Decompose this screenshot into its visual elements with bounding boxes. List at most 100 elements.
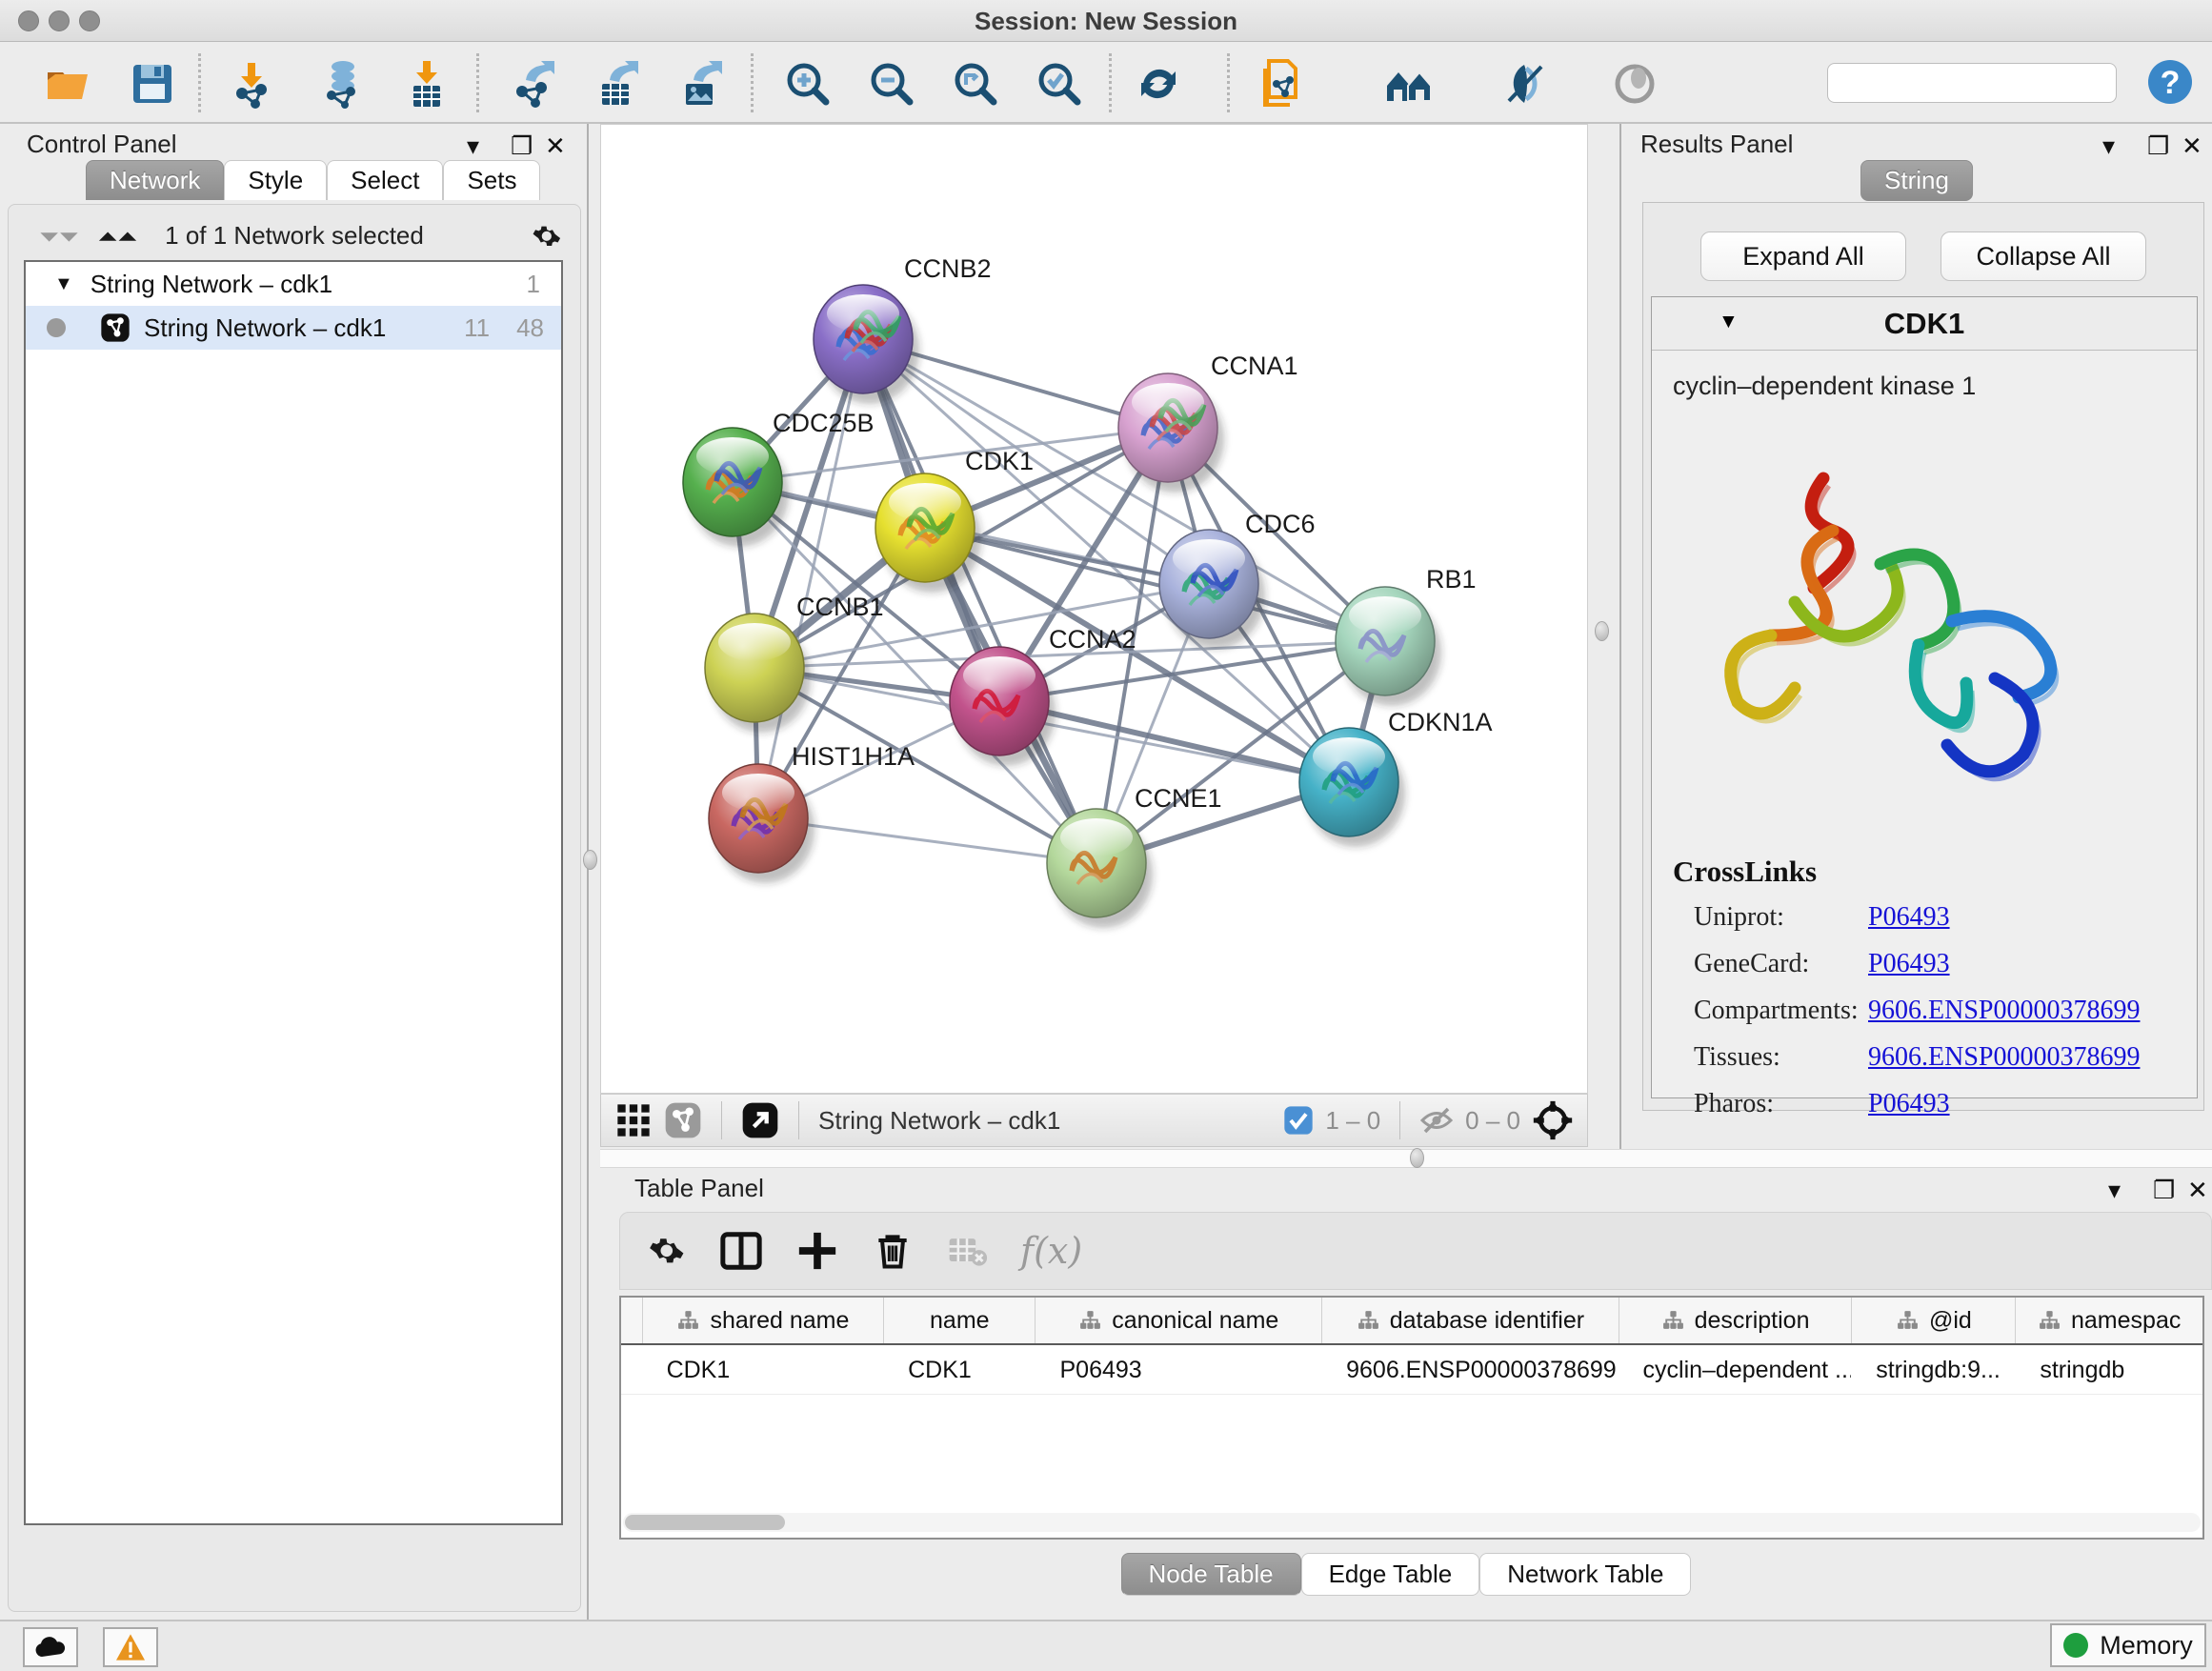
column-header-namespac[interactable]: namespac (2015, 1298, 2202, 1343)
help-icon[interactable]: ? (2145, 57, 2195, 107)
string-view-icon[interactable] (664, 1101, 702, 1139)
create-column-plus-icon[interactable] (795, 1229, 839, 1273)
panel-float-icon[interactable]: ❐ (511, 131, 533, 161)
memory-button[interactable]: Memory (2050, 1623, 2206, 1667)
crosslink-link[interactable]: P06493 (1868, 1089, 1950, 1118)
gene-card-header[interactable]: ▼ CDK1 (1652, 297, 2197, 351)
gene-collapse-icon[interactable]: ▼ (1719, 311, 1739, 333)
panel-menu-icon[interactable]: ▾ (467, 131, 479, 161)
open-in-window-icon[interactable] (741, 1101, 779, 1139)
hide-graphics-details-icon[interactable] (1499, 59, 1549, 109)
birds-eye-view-icon[interactable] (614, 1101, 653, 1139)
crosslink-link[interactable]: P06493 (1868, 949, 1950, 978)
network-options-gear-icon[interactable] (531, 220, 563, 252)
tab-edge-table[interactable]: Edge Table (1301, 1553, 1480, 1596)
network-row-selected[interactable]: String Network – cdk1 11 48 (26, 306, 561, 350)
tab-select[interactable]: Select (327, 160, 443, 200)
hidden-eye-slash-icon[interactable] (1419, 1103, 1454, 1137)
panel-float-icon[interactable]: ❐ (2153, 1176, 2175, 1205)
tab-sets[interactable]: Sets (443, 160, 540, 200)
import-network-from-database-icon[interactable] (318, 59, 368, 109)
panel-menu-icon[interactable]: ▾ (2108, 1176, 2121, 1205)
window-minimize-icon[interactable] (49, 10, 70, 31)
node-label: CDC6 (1245, 510, 1316, 538)
new-annotation-icon[interactable] (1256, 59, 1305, 109)
export-table-icon[interactable] (593, 59, 642, 109)
horizontal-splitter[interactable] (600, 1149, 2212, 1168)
zoom-selected-icon[interactable] (1035, 59, 1084, 109)
show-columns-icon[interactable] (719, 1229, 763, 1273)
left-splitter-grip[interactable] (583, 850, 597, 870)
import-network-from-file-icon[interactable] (227, 59, 276, 109)
panel-close-icon[interactable]: ✕ (545, 131, 566, 161)
expand-all-button[interactable]: Expand All (1700, 232, 1906, 281)
network-name: String Network – cdk1 (144, 313, 386, 343)
tab-style[interactable]: Style (224, 160, 327, 200)
tab-node-table[interactable]: Node Table (1121, 1553, 1301, 1596)
selected-nodes-checkbox-icon[interactable] (1283, 1105, 1314, 1136)
network-node-cdkn1a[interactable]: CDKN1A (1299, 708, 1493, 847)
cloud-button[interactable] (23, 1627, 78, 1667)
panel-float-icon[interactable]: ❐ (2147, 131, 2169, 161)
node-table[interactable]: shared namenamecanonical namedatabase id… (619, 1296, 2204, 1540)
right-splitter-grip[interactable] (1595, 621, 1609, 641)
panel-close-icon[interactable]: ✕ (2182, 131, 2202, 161)
collection-expand-icon[interactable]: ▼ (54, 273, 73, 295)
zoom-in-icon[interactable] (783, 59, 833, 109)
network-view-toolbar: String Network – cdk1 1 – 0 0 – 0 (600, 1094, 1588, 1147)
network-node-rb1[interactable]: RB1 (1336, 565, 1477, 706)
save-session-icon[interactable] (128, 59, 177, 109)
function-builder-icon[interactable]: f(x) (1020, 1230, 1082, 1272)
open-session-icon[interactable] (44, 59, 93, 109)
panel-menu-icon[interactable]: ▾ (2102, 131, 2115, 161)
delete-column-trash-icon[interactable] (872, 1230, 914, 1272)
network-node-cdc6[interactable]: CDC6 (1159, 510, 1316, 649)
column-mapped-icon (1896, 1309, 1920, 1333)
network-collection-row[interactable]: ▼ String Network – cdk1 1 (26, 262, 561, 306)
delete-table-icon[interactable] (946, 1230, 988, 1272)
toolbar-separator (751, 53, 754, 112)
network-node-cdc25b[interactable]: CDC25B (683, 409, 875, 547)
string-network-graph[interactable]: CCNB2CCNA1CDC25BCDK1CDC6RB1CCNB1CCNA2CDK… (601, 125, 1589, 1095)
crosslink-link[interactable]: 9606.ENSP00000378699 (1868, 1042, 2140, 1072)
scrollbar-thumb[interactable] (625, 1515, 785, 1530)
node-label: CDK1 (965, 447, 1034, 475)
search-input[interactable] (1845, 70, 2141, 96)
network-node-hist1h1a[interactable]: HIST1H1A (709, 742, 915, 883)
refresh-layout-icon[interactable] (1134, 59, 1183, 109)
column-header-canonical-name[interactable]: canonical name (1035, 1298, 1321, 1343)
tab-network-table[interactable]: Network Table (1479, 1553, 1691, 1596)
tab-network[interactable]: Network (86, 160, 224, 200)
crosslink-label: Uniprot: (1673, 902, 1868, 933)
network-node-ccne1[interactable]: CCNE1 (1047, 784, 1222, 928)
window-zoom-icon[interactable] (79, 10, 100, 31)
collapse-all-button[interactable]: Collapse All (1941, 232, 2146, 281)
column-header-shared-name[interactable]: shared name (642, 1298, 884, 1343)
column-header-name[interactable]: name (883, 1298, 1035, 1343)
crosslink-link[interactable]: 9606.ENSP00000378699 (1868, 996, 2140, 1025)
window-close-icon[interactable] (18, 10, 39, 31)
export-image-icon[interactable] (676, 59, 726, 109)
home-icon[interactable] (1385, 59, 1435, 109)
import-table-from-file-icon[interactable] (402, 59, 452, 109)
column-header-@id[interactable]: @id (1851, 1298, 2015, 1343)
column-header-database-identifier[interactable]: database identifier (1321, 1298, 1619, 1343)
show-graphics-details-icon[interactable] (1610, 59, 1659, 109)
zoom-fit-content-icon[interactable] (951, 59, 1000, 109)
table-row[interactable]: CDK1CDK1P064939606.ENSP00000378699cyclin… (621, 1345, 2202, 1395)
table-options-gear-icon[interactable] (647, 1231, 687, 1271)
panel-close-icon[interactable]: ✕ (2187, 1176, 2208, 1205)
network-node-ccnb2[interactable]: CCNB2 (814, 254, 992, 404)
table-horizontal-scrollbar[interactable] (623, 1513, 2201, 1532)
column-header-description[interactable]: description (1619, 1298, 1852, 1343)
crosslink-link[interactable]: P06493 (1868, 902, 1950, 932)
navigate-crosshair-icon[interactable] (1532, 1099, 1574, 1141)
tab-string[interactable]: String (1860, 160, 1973, 201)
zoom-out-icon[interactable] (867, 59, 916, 109)
export-network-icon[interactable] (509, 59, 558, 109)
bottom-splitter-grip[interactable] (1410, 1148, 1424, 1168)
warning-button[interactable] (103, 1627, 158, 1667)
network-node-ccna1[interactable]: CCNA1 (1118, 352, 1298, 493)
network-canvas[interactable]: CCNB2CCNA1CDC25BCDK1CDC6RB1CCNB1CCNA2CDK… (600, 124, 1588, 1094)
network-node-count: 11 (464, 313, 490, 343)
